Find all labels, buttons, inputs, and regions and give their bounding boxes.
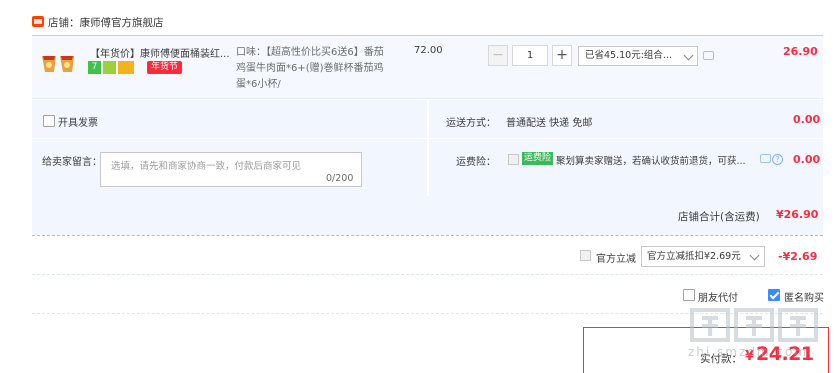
site-watermark-text: zhi.smzdm.com <box>688 345 809 359</box>
seven-day-return-icon: 7 <box>88 61 101 74</box>
product-thumbnail[interactable] <box>40 50 78 76</box>
chevron-down-icon <box>683 50 694 61</box>
shipping-insurance-label: 运费险： <box>456 157 496 168</box>
help-icon[interactable]: ? <box>772 154 783 165</box>
site-watermark-logo <box>684 306 834 372</box>
shipping-insurance-text: 聚划算卖家赠送，若确认收货前退货，可获... <box>556 156 746 167</box>
official-discount-select-value: 官方立减抵扣¥2.69元 <box>647 251 741 262</box>
shipping-insurance-fee: 0.00 <box>793 153 821 166</box>
shipping-insurance-checkbox <box>508 154 519 165</box>
official-discount-select[interactable]: 官方立减抵扣¥2.69元 <box>641 246 765 267</box>
friend-pay-checkbox[interactable] <box>683 289 695 301</box>
promotion-select[interactable]: 已省45.10元:组合... <box>578 46 698 66</box>
shipping-insurance-badge: 运费险 <box>522 152 554 165</box>
item-subtotal: 26.90 <box>783 45 818 58</box>
section-divider <box>32 274 823 275</box>
official-discount-checkbox <box>580 250 591 261</box>
seller-message-label: 给卖家留言： <box>42 157 102 168</box>
credit-card-icon <box>118 61 134 74</box>
seller-message-placeholder: 选填，请先和商家协商一致，付款后商家可见 <box>111 161 302 172</box>
unit-price: 72.00 <box>414 45 443 56</box>
invoice-label[interactable]: 开具发票 <box>58 114 98 129</box>
seller-message-char-count: 0/200 <box>326 173 354 184</box>
invoice-checkbox[interactable] <box>43 115 55 127</box>
service-badges: 7 <box>88 61 136 75</box>
quantity-increase-button[interactable]: + <box>552 45 572 66</box>
store-total-label: 店铺合计(含运费) <box>678 211 760 223</box>
product-title[interactable]: 【年货价】康师傅便面桶装红... <box>90 45 230 60</box>
shipping-method-value: 普通配送 快递 免邮 <box>506 118 593 129</box>
store-total-value: ¥26.90 <box>776 208 819 221</box>
product-sku: 口味：【超高性价比买6送6】番茄鸡蛋牛肉面*6+(赠)巻鲜杯番茄鸡蛋*6小杯/ <box>236 47 384 90</box>
quantity-decrease-button[interactable]: − <box>488 45 508 66</box>
new-year-festival-badge: 年货节 <box>147 61 183 74</box>
promotion-select-value: 已省45.10元:组合... <box>585 50 672 61</box>
anonymous-purchase-label[interactable]: 匿名购买 <box>784 289 824 304</box>
shipping-fee: 0.00 <box>793 113 821 126</box>
quantity-input[interactable]: 1 <box>512 45 548 66</box>
official-discount-value: -¥2.69 <box>778 250 818 263</box>
anonymous-purchase-checkbox[interactable] <box>768 289 780 301</box>
chevron-down-icon <box>749 250 760 261</box>
panel-divider <box>32 138 823 139</box>
friend-pay-label[interactable]: 朋友代付 <box>698 289 738 304</box>
shipping-method-label: 运送方式： <box>446 118 496 129</box>
official-discount-label: 官方立减 <box>596 254 636 265</box>
chat-icon[interactable] <box>703 51 714 60</box>
guarantee-icon <box>103 61 116 74</box>
tmall-store-icon <box>32 16 44 27</box>
store-name[interactable]: 店铺：康师傅官方旗舰店 <box>48 15 164 30</box>
chat-icon[interactable] <box>760 154 771 163</box>
